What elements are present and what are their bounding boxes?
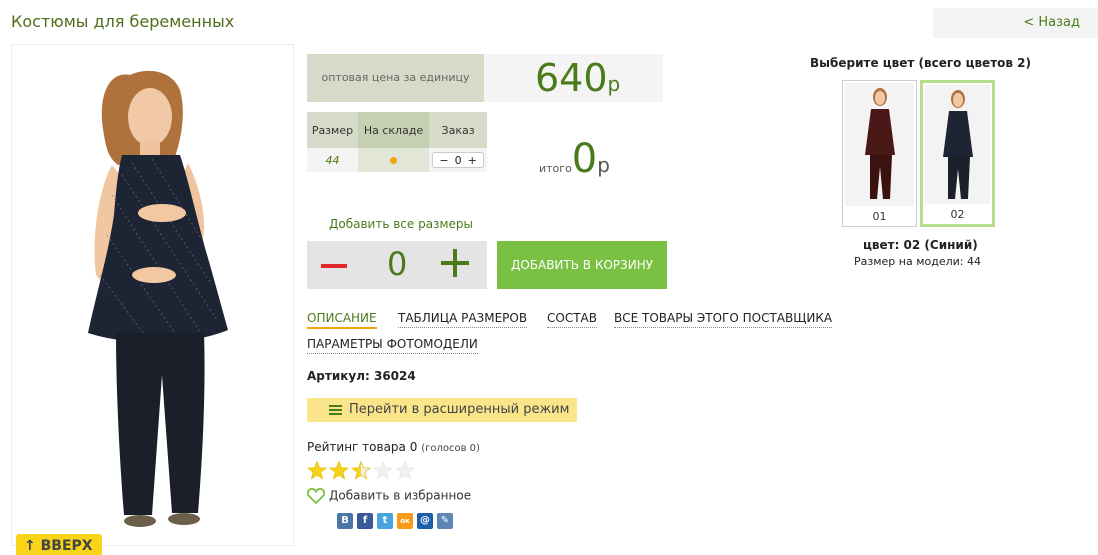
rating-text: Рейтинг товара 0 (голосов 0): [307, 440, 480, 454]
star-icon[interactable]: [372, 461, 394, 480]
add-favorite-label: Добавить в избранное: [329, 488, 472, 503]
quantity-stepper: 0: [307, 241, 487, 289]
tab-description[interactable]: ОПИСАНИЕ: [307, 311, 377, 329]
star-icon[interactable]: [350, 461, 372, 480]
color-swatch-02[interactable]: 02: [920, 80, 995, 227]
stepper-value[interactable]: 0: [452, 154, 465, 167]
total-value: 0: [571, 136, 598, 182]
scroll-up-button[interactable]: ↑ ВВЕРХ: [16, 534, 102, 555]
sku-label: Артикул: 36024: [307, 369, 416, 383]
order-stepper[interactable]: − 0 +: [432, 152, 484, 168]
share-icons: Вf t ок @ ✎: [337, 513, 453, 529]
rating-stars[interactable]: [307, 461, 427, 481]
add-favorite-link[interactable]: Добавить в избранное: [307, 488, 471, 504]
vk-icon[interactable]: В: [337, 513, 353, 529]
model-illustration: [88, 70, 228, 527]
swatch-number: 02: [950, 208, 965, 221]
order-cell: − 0 +: [429, 148, 487, 172]
mail-icon[interactable]: @: [417, 513, 433, 529]
col-stock-header: На складе: [357, 112, 430, 148]
back-link[interactable]: < Назад: [933, 8, 1098, 38]
tab-composition[interactable]: СОСТАВ: [547, 311, 597, 328]
swatch-number: 01: [872, 210, 887, 223]
heart-icon: [307, 488, 325, 504]
size-cell: 44: [307, 148, 358, 172]
add-to-cart-button[interactable]: ДОБАВИТЬ В КОРЗИНУ: [497, 241, 667, 289]
rating-label: Рейтинг товара 0: [307, 440, 418, 454]
size-table: Размер На складе Заказ 44 − 0 +: [307, 112, 487, 172]
facebook-icon[interactable]: f: [357, 513, 373, 529]
color-picker-title: Выберите цвет (всего цветов 2): [810, 56, 1031, 70]
stepper-plus-button[interactable]: +: [465, 154, 480, 167]
star-icon[interactable]: [328, 461, 350, 480]
star-icon[interactable]: [307, 461, 328, 480]
product-photo[interactable]: [11, 44, 294, 546]
page-title: Костюмы для беременных: [11, 12, 235, 31]
plus-icon[interactable]: [441, 249, 469, 277]
model-size-label: Размер на модели: 44: [854, 255, 981, 268]
price-label: оптовая цена за единицу: [307, 54, 484, 102]
selected-color-name: цвет: 02 (Синий): [863, 238, 978, 252]
twitter-icon[interactable]: t: [377, 513, 393, 529]
total-label: итого: [539, 162, 572, 175]
tab-supplier-products[interactable]: ВСЕ ТОВАРЫ ЭТОГО ПОСТАВЩИКА: [614, 311, 833, 328]
price-value: 640р: [535, 56, 621, 100]
total-currency: р: [597, 153, 610, 177]
in-stock-icon: [390, 156, 398, 164]
swatch-image: [845, 83, 914, 206]
tab-model-params[interactable]: ПАРАМЕТРЫ ФОТОМОДЕЛИ: [307, 337, 478, 354]
livejournal-icon[interactable]: ✎: [437, 513, 453, 529]
quantity-value[interactable]: 0: [387, 245, 407, 283]
star-icon[interactable]: [394, 461, 416, 480]
list-icon: [329, 405, 342, 415]
extended-mode-label: Перейти в расширенный режим: [349, 402, 570, 417]
col-order-header: Заказ: [429, 112, 487, 148]
swatch-image: [925, 85, 990, 204]
rating-votes: (голосов 0): [421, 443, 480, 454]
col-size-header: Размер: [307, 112, 358, 148]
odnoklassniki-icon[interactable]: ок: [397, 513, 413, 529]
extended-mode-button[interactable]: Перейти в расширенный режим: [307, 398, 577, 422]
stepper-minus-button[interactable]: −: [436, 154, 451, 167]
price-box: оптовая цена за единицу 640р: [307, 54, 663, 102]
color-swatch-01[interactable]: 01: [842, 80, 917, 227]
price-currency: р: [607, 72, 621, 96]
table-row: 44 − 0 +: [307, 148, 487, 172]
minus-icon[interactable]: [321, 264, 347, 268]
stock-cell: [357, 148, 430, 172]
order-total: итого0р: [539, 136, 610, 182]
add-all-sizes-link[interactable]: Добавить все размеры: [329, 217, 473, 231]
tab-size-chart[interactable]: ТАБЛИЦА РАЗМЕРОВ: [398, 311, 528, 328]
